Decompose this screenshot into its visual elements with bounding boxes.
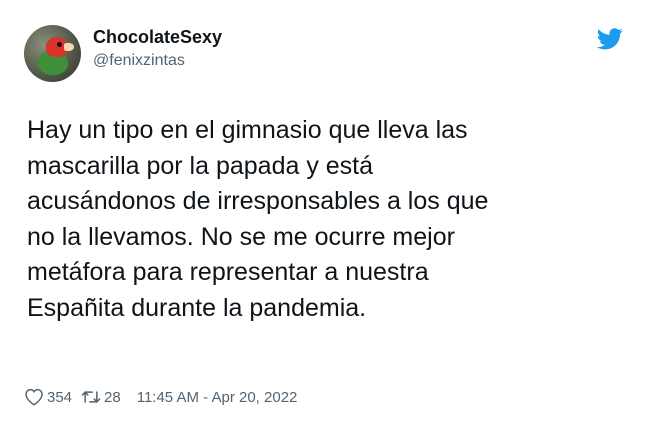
- twitter-bird-icon[interactable]: [597, 28, 623, 50]
- tweet-line: metáfora para representar a nuestra: [27, 258, 429, 286]
- parrot-eye-shape: [57, 42, 62, 47]
- tweet-footer: 354 28 11:45 AM - Apr 20, 2022: [24, 387, 297, 407]
- tweet-line: no la llevamos. No se me ocurre mejor: [27, 222, 455, 251]
- avatar[interactable]: [24, 25, 81, 82]
- retweet-button[interactable]: 28: [81, 388, 121, 406]
- display-name[interactable]: ChocolateSexy: [93, 27, 222, 48]
- tweet-card: ChocolateSexy @fenixzintas Hay un tipo e…: [0, 0, 650, 425]
- tweet-line: Hay un tipo en el gimnasio que lleva las: [27, 116, 468, 144]
- like-count: 354: [47, 388, 73, 406]
- tweet-line: Españita durante la pandemia.: [27, 293, 367, 322]
- tweet-line: acusándonos de irresponsables a los que: [27, 187, 489, 215]
- parrot-beak-shape: [64, 43, 74, 51]
- user-handle[interactable]: @fenixzintas: [93, 52, 185, 70]
- tweet-timestamp[interactable]: 11:45 AM - Apr 20, 2022: [137, 389, 298, 406]
- tweet-text: Hay un tipo en el gimnasio que lleva las…: [27, 113, 627, 326]
- heart-icon: [25, 388, 43, 406]
- like-button[interactable]: 354: [24, 388, 72, 406]
- retweet-icon: [81, 391, 101, 403]
- retweet-count: 28: [104, 388, 121, 406]
- tweet-line: mascarilla por la papada y está: [27, 151, 374, 180]
